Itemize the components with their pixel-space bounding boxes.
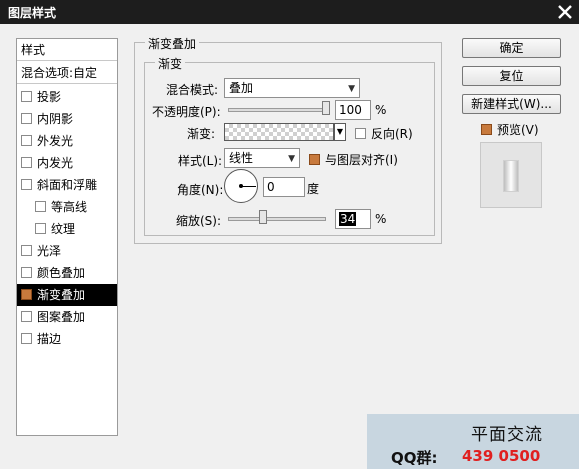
chevron-down-icon: ▼ [348,84,355,94]
sidebar-item-label: 描边 [37,332,62,346]
angle-label: 角度(N): [177,183,224,197]
blend-mode-value: 叠加 [229,81,254,95]
sidebar-item-8[interactable]: 光泽 [17,240,117,262]
blend-mode-select[interactable]: 叠加 ▼ [224,78,360,98]
blending-options-item[interactable]: 混合选项:自定 [17,62,117,84]
title-bar: 图层样式 [0,0,579,24]
angle-value: 0 [267,180,275,194]
window-title: 图层样式 [8,6,57,20]
reset-button[interactable]: 复位 [462,66,561,86]
ok-button-label: 确定 [499,41,524,55]
sidebar-item-12[interactable]: 描边 [17,328,117,350]
chevron-down-icon: ▼ [336,127,344,136]
sidebar-item-label: 投影 [37,90,62,104]
scale-slider-thumb[interactable] [258,210,267,224]
opacity-input[interactable]: 100 [335,100,371,120]
sidebar-item-label: 纹理 [51,222,76,236]
sidebar-item-checkbox[interactable] [21,267,32,278]
scale-value: 34 [339,212,357,226]
scale-unit: % [375,212,387,226]
sidebar-item-10[interactable]: 渐变叠加 [17,284,117,306]
gradient-overlay-title: 渐变叠加 [145,35,200,52]
sidebar-item-checkbox[interactable] [21,179,32,190]
scale-label: 缩放(S): [176,214,222,228]
scale-slider[interactable] [228,217,326,221]
sidebar-item-checkbox[interactable] [21,333,32,344]
sidebar-item-label: 渐变叠加 [37,288,86,302]
style-label: 样式(L): [178,154,223,168]
sidebar-item-checkbox[interactable] [35,201,46,212]
sidebar-item-checkbox[interactable] [21,113,32,124]
angle-dial-needle [241,186,256,187]
blending-options-label: 混合选项:自定 [21,66,98,80]
sidebar-item-2[interactable]: 内阴影 [17,108,117,130]
angle-input[interactable]: 0 [263,177,305,197]
sidebar-item-checkbox[interactable] [21,289,32,300]
style-preview-swatch [503,160,519,192]
sidebar-item-label: 内发光 [37,156,74,170]
chevron-down-icon: ▼ [288,154,295,164]
angle-unit: 度 [307,182,320,196]
blend-mode-label: 混合模式: [166,83,219,97]
watermark-title: 平面交流 [471,425,543,445]
opacity-value: 100 [339,103,362,117]
sidebar-item-checkbox[interactable] [21,245,32,256]
close-icon [558,5,572,19]
new-style-button[interactable]: 新建样式(W)... [462,94,561,114]
gradient-subgroup-title: 渐变 [155,55,186,72]
close-button[interactable] [555,2,575,22]
watermark-banner: 平面交流 QQ群: 439 0500 [367,414,579,469]
reset-button-label: 复位 [499,69,524,83]
sidebar-item-6[interactable]: 等高线 [17,196,117,218]
watermark-qq-number: 439 0500 [462,447,541,465]
gradient-dropdown[interactable]: ▼ [334,123,346,141]
opacity-label: 不透明度(P): [152,105,221,119]
sidebar-item-label: 图案叠加 [37,310,86,324]
sidebar-item-label: 斜面和浮雕 [37,178,98,192]
sidebar-item-checkbox[interactable] [35,223,46,234]
sidebar-item-label: 光泽 [37,244,62,258]
styles-header[interactable]: 样式 [17,39,117,61]
opacity-slider[interactable] [228,108,330,112]
sidebar-item-3[interactable]: 外发光 [17,130,117,152]
watermark-qq-label: QQ群: [391,449,438,467]
ok-button[interactable]: 确定 [462,38,561,58]
sidebar-item-checkbox[interactable] [21,135,32,146]
opacity-slider-thumb[interactable] [322,101,330,115]
preview-checkbox-box [481,124,492,135]
sidebar-item-label: 颜色叠加 [37,266,86,280]
reverse-checkbox-box [355,128,366,139]
angle-dial[interactable] [224,169,258,203]
new-style-button-label: 新建样式(W)... [471,97,552,111]
styles-list: 样式 混合选项:自定 投影内阴影外发光内发光斜面和浮雕等高线纹理光泽颜色叠加渐变… [16,38,118,436]
style-select[interactable]: 线性 ▼ [224,148,300,168]
sidebar-item-label: 外发光 [37,134,74,148]
sidebar-item-label: 内阴影 [37,112,74,126]
sidebar-item-4[interactable]: 内发光 [17,152,117,174]
align-label: 与图层对齐(I) [325,153,398,167]
sidebar-item-1[interactable]: 投影 [17,86,117,108]
align-with-layer-checkbox[interactable]: 与图层对齐(I) [309,151,398,168]
style-preview-thumbnail [480,142,542,208]
sidebar-item-11[interactable]: 图案叠加 [17,306,117,328]
reverse-label: 反向(R) [371,127,413,141]
sidebar-item-9[interactable]: 颜色叠加 [17,262,117,284]
sidebar-item-checkbox[interactable] [21,311,32,322]
gradient-label: 渐变: [187,127,216,141]
align-checkbox-box [309,154,320,165]
styles-header-label: 样式 [21,43,46,57]
opacity-unit: % [375,103,387,117]
gradient-picker[interactable] [224,123,334,141]
reverse-checkbox[interactable]: 反向(R) [355,125,413,142]
style-value: 线性 [229,151,254,165]
dialog-body: 样式 混合选项:自定 投影 内阴影 外发光 内发光 斜面和浮雕 等高线 纹理 光泽 颜色叠加 渐变… [0,24,579,469]
sidebar-item-label: 等高线 [51,200,88,214]
scale-input[interactable]: 34 [335,209,371,229]
sidebar-item-5[interactable]: 斜面和浮雕 [17,174,117,196]
sidebar-item-checkbox[interactable] [21,91,32,102]
preview-label: 预览(V) [497,123,539,137]
sidebar-item-7[interactable]: 纹理 [17,218,117,240]
preview-checkbox[interactable]: 预览(V) [481,121,539,138]
sidebar-item-checkbox[interactable] [21,157,32,168]
